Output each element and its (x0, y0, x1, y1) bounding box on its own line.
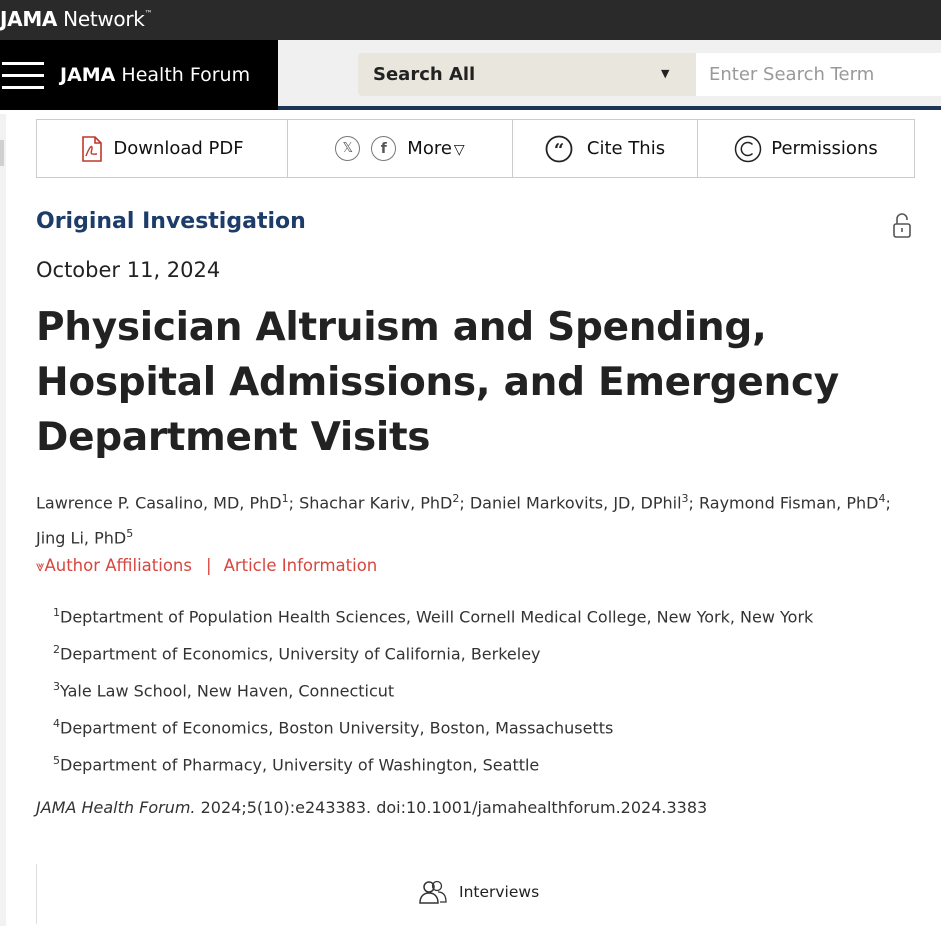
people-icon (419, 880, 447, 904)
share-group: 𝕏 f More ▽ (288, 120, 513, 177)
copyright-icon (735, 135, 762, 162)
left-rail (0, 114, 6, 926)
article-title: Physician Altruism and Spending, Hospita… (36, 305, 839, 460)
pdf-icon (82, 135, 103, 162)
article-toolbar: Download PDF 𝕏 f More ▽ “ Cite This Permi… (36, 119, 915, 178)
unlocked-icon (893, 213, 911, 238)
svg-text:“: “ (554, 140, 564, 161)
download-pdf-button[interactable]: Download PDF (37, 120, 288, 177)
journal-logo[interactable]: JAMA Health Forum (60, 64, 250, 86)
facebook-icon[interactable]: f (371, 136, 397, 161)
caret-down-icon: ▼ (661, 67, 670, 80)
cite-this-button[interactable]: “ Cite This (513, 120, 698, 177)
interviews-label: Interviews (459, 883, 540, 901)
affiliation-item: 3Yale Law School, New Haven, Connecticut (53, 680, 395, 701)
cite-this-label: Cite This (586, 138, 666, 159)
journal-brand: JAMA Health Forum (0, 40, 278, 110)
search-scope-label: Search All (373, 64, 476, 85)
author-link[interactable]: Daniel Markovits, JD, DPhil (470, 493, 682, 512)
jama-network-logo[interactable]: JAMA Network™ (0, 7, 153, 31)
affiliation-item: 1Deptartment of Population Health Scienc… (53, 606, 814, 627)
search-input[interactable] (696, 53, 941, 96)
search-scope-select[interactable]: Search All ▼ (358, 53, 696, 96)
quote-icon: “ (545, 135, 573, 162)
more-share-button[interactable]: More ▽ (407, 138, 464, 159)
journal-abbrev: JAMA Health Forum. (36, 798, 196, 817)
network-bar: JAMA Network™ (0, 0, 941, 40)
affiliation-list: 1Deptartment of Population Health Scienc… (53, 600, 813, 785)
publication-date: October 11, 2024 (36, 258, 221, 282)
x-social-icon[interactable]: 𝕏 (335, 136, 361, 161)
author-link[interactable]: Lawrence P. Casalino, MD, PhD (36, 493, 282, 512)
author-link[interactable]: Jing Li, PhD (36, 529, 126, 548)
left-rail-handle[interactable] (0, 140, 4, 166)
journal-header: JAMA Health Forum Search All ▼ (0, 40, 941, 110)
affiliation-item: 2Department of Economics, University of … (53, 643, 541, 664)
section-divider (36, 864, 37, 924)
author-link[interactable]: Raymond Fisman, PhD (699, 493, 878, 512)
download-pdf-label: Download PDF (113, 138, 244, 159)
permissions-label: Permissions (771, 138, 878, 159)
article-type[interactable]: Original Investigation (36, 209, 306, 234)
article-info-links: ⩔Author Affiliations | Article Information (36, 556, 377, 575)
article-information-link[interactable]: Article Information (224, 556, 378, 575)
interviews-link[interactable]: Interviews (418, 880, 539, 904)
citation-line: JAMA Health Forum. 2024;5(10):e243383. d… (36, 798, 707, 817)
citation-details: 2024;5(10):e243383. doi:10.1001/jamaheal… (195, 798, 708, 817)
author-list: Lawrence P. Casalino, MD, PhD1; Shachar … (36, 492, 891, 548)
affiliation-item: 5Department of Pharmacy, University of W… (53, 754, 540, 775)
permissions-button[interactable]: Permissions (698, 120, 914, 177)
triangle-down-icon: ▽ (453, 142, 465, 158)
link-separator: | (206, 556, 212, 575)
menu-icon[interactable] (2, 62, 44, 90)
author-affiliations-toggle[interactable]: ⩔Author Affiliations (36, 556, 192, 575)
affiliation-item: 4Department of Economics, Boston Univers… (53, 717, 614, 738)
author-link[interactable]: Shachar Kariv, PhD (299, 493, 452, 512)
